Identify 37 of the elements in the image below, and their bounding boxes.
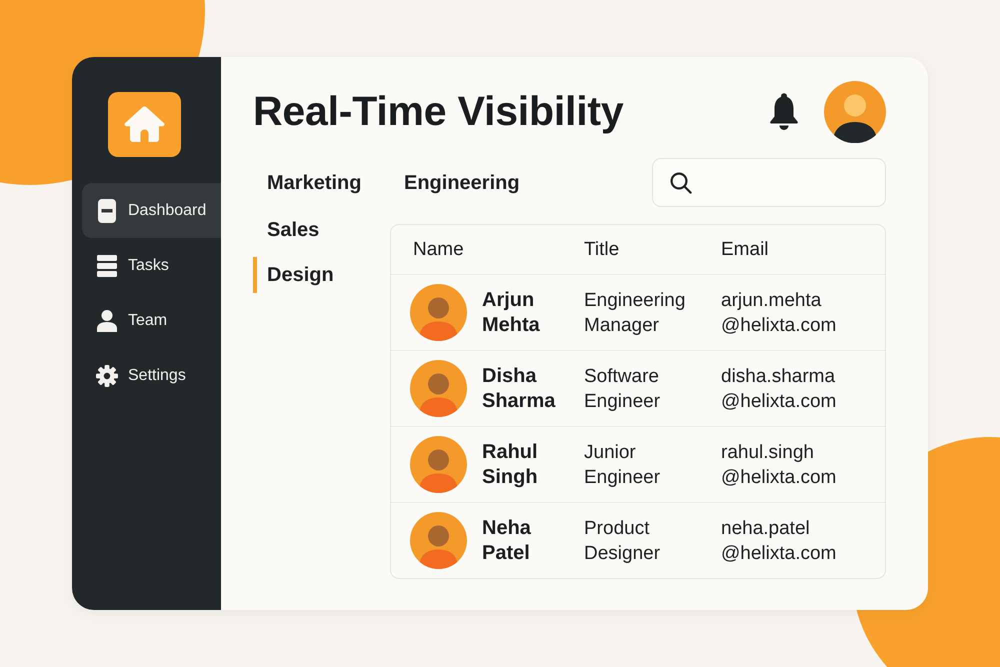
nav-item[interactable]: Dashboard	[82, 183, 221, 238]
person-icon	[97, 310, 117, 332]
avatar-icon	[410, 512, 467, 569]
avatar-icon	[410, 284, 467, 341]
list-icon	[97, 254, 117, 276]
email-address: arjun.mehta@helixta.com	[721, 288, 838, 338]
column-header: Email	[721, 238, 770, 260]
avatar-icon	[410, 436, 467, 493]
job-title: Software Engineer	[584, 364, 662, 414]
avatar-icon	[410, 360, 467, 417]
email-address: disha.sharma@helixta.com	[721, 364, 838, 414]
person-name: Arjun Mehta	[482, 288, 541, 338]
job-title: Junior Engineer	[584, 440, 662, 490]
search-icon	[670, 172, 692, 194]
person-name: Disha Sharma	[482, 364, 556, 414]
bell-icon[interactable]	[768, 93, 800, 131]
house-icon[interactable]	[108, 92, 181, 157]
user-avatar-icon[interactable]	[824, 81, 886, 143]
nav-item[interactable]: Team	[82, 293, 221, 348]
department-tab[interactable]: Design	[253, 256, 334, 292]
job-title: Engineering Manager	[584, 288, 686, 338]
column-header: Title	[584, 238, 620, 260]
person-name: Rahul Singh	[482, 440, 539, 490]
email-address: rahul.singh@helixta.com	[721, 440, 838, 490]
department-tab[interactable]: Engineering	[390, 164, 520, 200]
person-name: Neha Patel	[482, 516, 532, 566]
settings-icon	[96, 364, 118, 386]
nav-item[interactable]: Settings	[82, 348, 221, 403]
page-title: Real-Time Visibility	[253, 88, 624, 136]
panel-icon	[98, 198, 116, 222]
department-tab[interactable]: Sales	[253, 212, 320, 248]
column-header: Name	[413, 238, 465, 260]
department-tab[interactable]: Marketing	[253, 164, 362, 200]
nav-item[interactable]: Tasks	[82, 238, 221, 293]
email-address: neha.patel@helixta.com	[721, 516, 838, 566]
search-field[interactable]	[652, 158, 886, 207]
job-title: Product Designer	[584, 516, 662, 566]
